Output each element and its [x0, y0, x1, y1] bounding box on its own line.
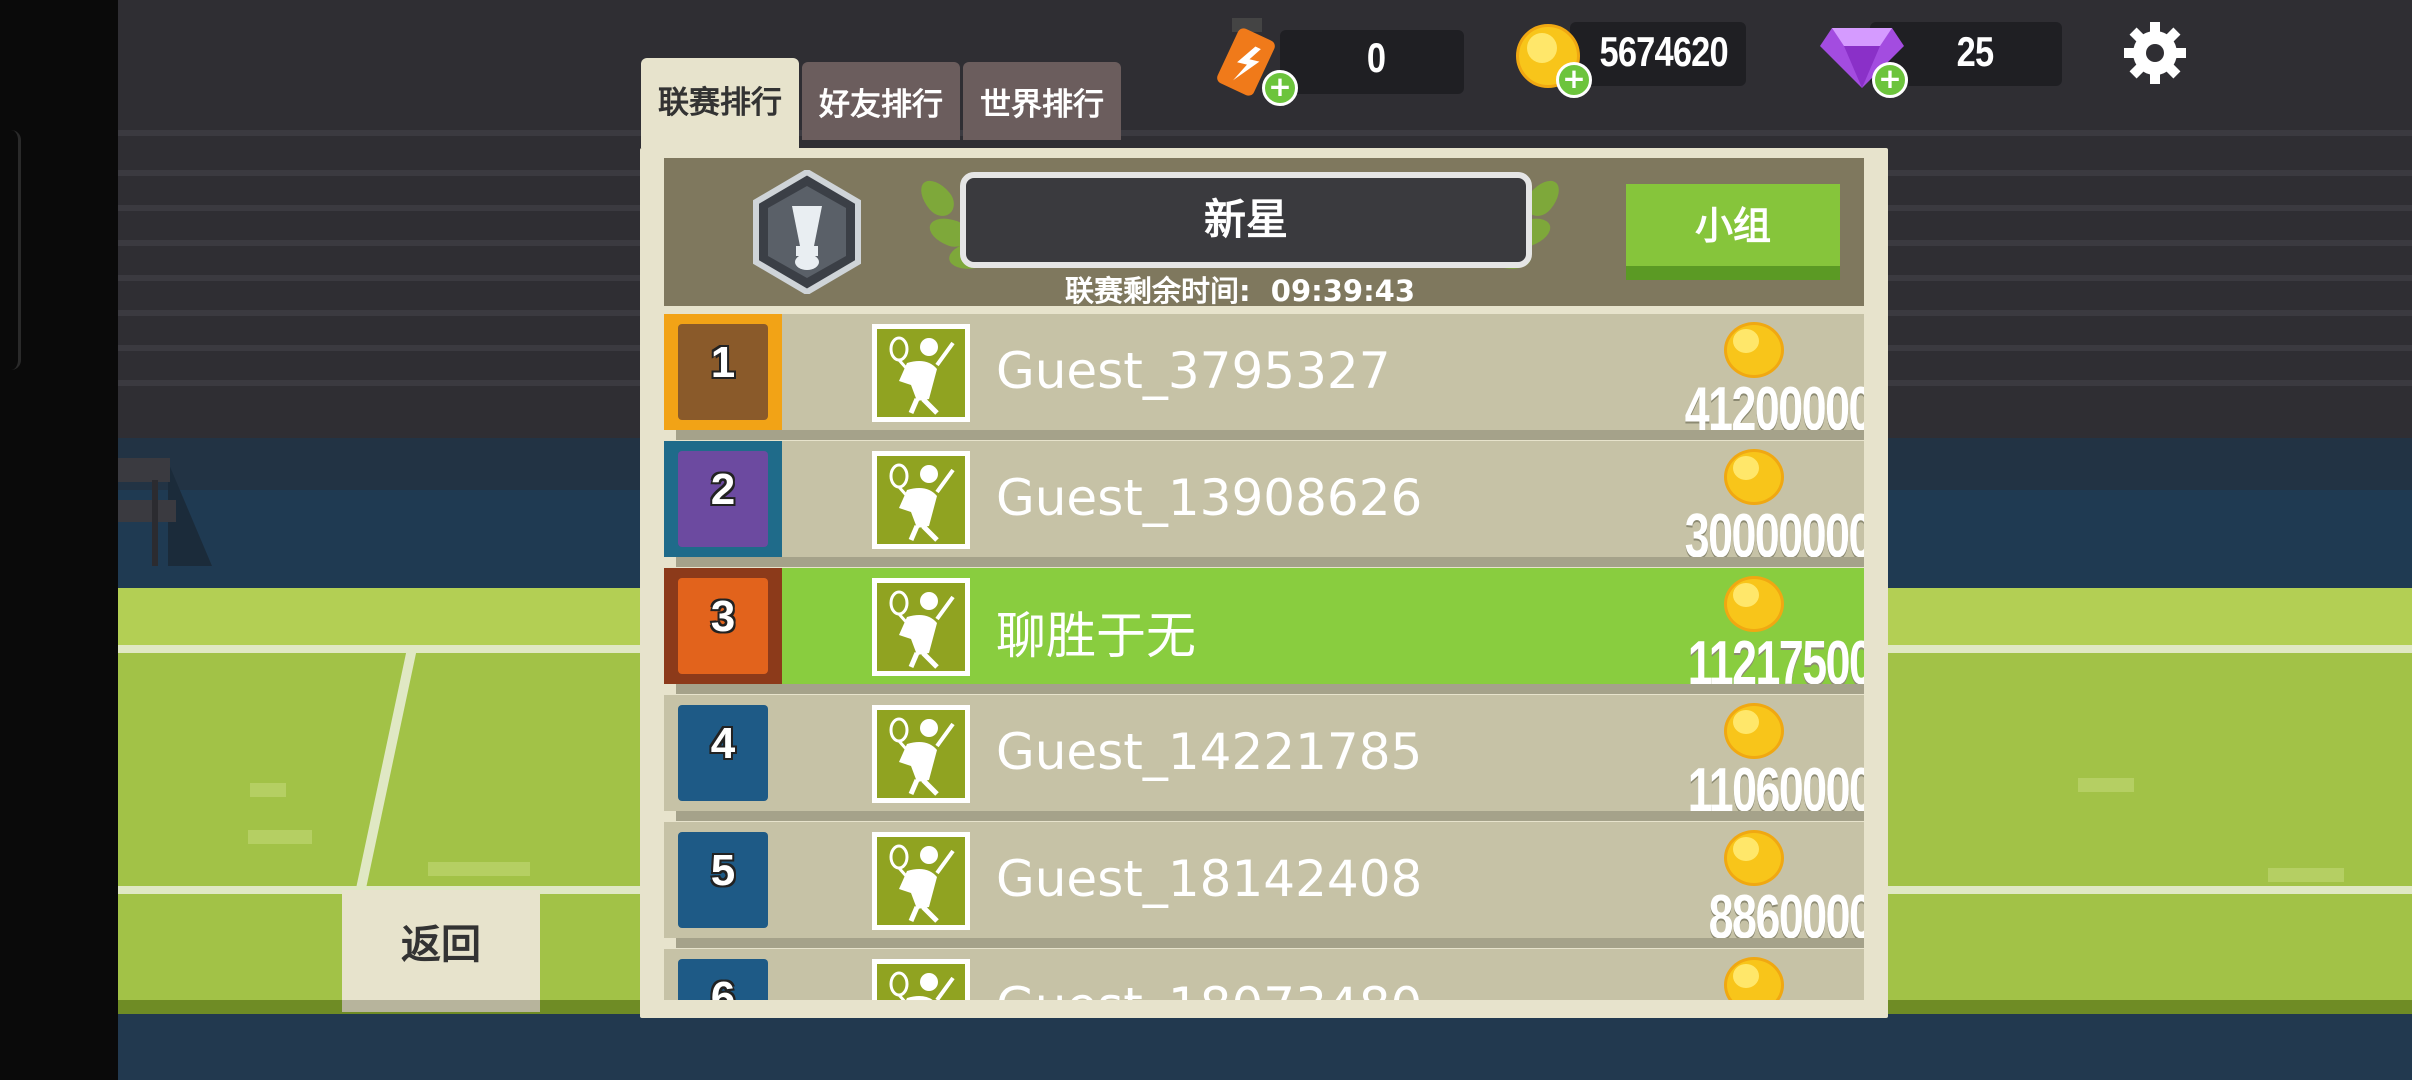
- coin-icon: [1724, 703, 1784, 759]
- coin-icon: [1724, 576, 1784, 632]
- rank-chest-icon: 6: [664, 949, 782, 1000]
- league-timer-value: 09:39:43: [1270, 274, 1416, 308]
- gem-value: 25: [1956, 28, 1994, 75]
- ranking-row[interactable]: 2 Guest_13908626 30000000: [664, 441, 1864, 571]
- ranking-list[interactable]: 1 Guest_3795327 41200000 2 Guest_13908626 300…: [664, 314, 1864, 1000]
- coin-icon: [1724, 322, 1784, 378]
- gem-add-icon[interactable]: +: [1872, 62, 1908, 98]
- rank-number: 2: [710, 465, 736, 514]
- player-name: Guest_18142408: [996, 850, 1423, 908]
- bench-leg: [152, 480, 158, 566]
- tab-friends-ranking[interactable]: 好友排行: [802, 62, 960, 140]
- row-divider: [676, 684, 1864, 694]
- ranking-row[interactable]: 1 Guest_3795327 41200000: [664, 314, 1864, 444]
- ranking-row[interactable]: 5 Guest_18142408 8860000: [664, 822, 1864, 952]
- energy-add-icon[interactable]: +: [1262, 70, 1298, 106]
- court-speck: [248, 830, 312, 844]
- tab-league-ranking[interactable]: 联赛排行: [641, 58, 799, 148]
- player-name: Guest_18073480: [996, 977, 1422, 1000]
- row-divider: [676, 430, 1864, 440]
- group-button[interactable]: 小组: [1626, 184, 1840, 280]
- tab-world-ranking[interactable]: 世界排行: [963, 62, 1121, 140]
- player-avatar-icon[interactable]: [872, 324, 970, 422]
- row-divider: [676, 811, 1864, 821]
- bench: [118, 500, 176, 522]
- rank-chest-icon: 4: [664, 695, 782, 811]
- player-avatar-icon[interactable]: [872, 705, 970, 803]
- court-speck: [2078, 778, 2134, 792]
- player-avatar-icon[interactable]: [872, 959, 970, 1000]
- ranking-row[interactable]: 4 Guest_14221785 11060000: [664, 695, 1864, 825]
- player-avatar-icon[interactable]: [872, 832, 970, 930]
- player-avatar-icon[interactable]: [872, 451, 970, 549]
- stand-stripe: [118, 130, 2412, 136]
- ranking-row[interactable]: 3 聊胜于无 11217500: [664, 568, 1864, 698]
- rank-chest-icon: 2: [664, 441, 782, 557]
- rank-chest-icon: 1: [664, 314, 782, 430]
- coin-icon: [1724, 957, 1784, 1000]
- player-name: 聊胜于无: [996, 607, 1196, 665]
- rank-chest-icon: 5: [664, 822, 782, 938]
- rank-number: 4: [710, 719, 736, 768]
- gear-icon[interactable]: [2122, 20, 2188, 86]
- player-name: Guest_14221785: [996, 723, 1423, 781]
- bench: [118, 458, 170, 482]
- player-name: Guest_3795327: [996, 342, 1391, 400]
- coin-icon: [1724, 449, 1784, 505]
- floor: [118, 1014, 2412, 1080]
- coin-add-icon[interactable]: +: [1556, 62, 1592, 98]
- rank-number: 3: [710, 592, 736, 641]
- player-avatar-icon[interactable]: [872, 578, 970, 676]
- league-timer-label: 联赛剩余时间:: [1064, 274, 1251, 308]
- court-speck: [250, 783, 286, 797]
- energy-value: 0: [1366, 34, 1386, 81]
- court-speck: [2268, 868, 2344, 882]
- player-name: Guest_13908626: [996, 469, 1423, 527]
- league-title: 新星: [1203, 195, 1288, 244]
- back-button[interactable]: 返回: [342, 890, 540, 1012]
- coin-value: 5674620: [1599, 28, 1729, 75]
- rank-number: 5: [710, 846, 736, 895]
- rank-number: 6: [710, 973, 736, 1000]
- screen-edge-notch: [0, 130, 21, 370]
- rank-chest-icon: 3: [664, 568, 782, 684]
- league-rank-badge: [753, 170, 861, 294]
- coin-icon: [1724, 830, 1784, 886]
- league-timer: 联赛剩余时间: 09:39:43: [1000, 268, 1480, 310]
- ranking-row[interactable]: 6 Guest_18073480: [664, 949, 1864, 1000]
- row-divider: [676, 557, 1864, 567]
- court-speck: [428, 862, 530, 876]
- row-divider: [676, 938, 1864, 948]
- rank-number: 1: [710, 338, 736, 387]
